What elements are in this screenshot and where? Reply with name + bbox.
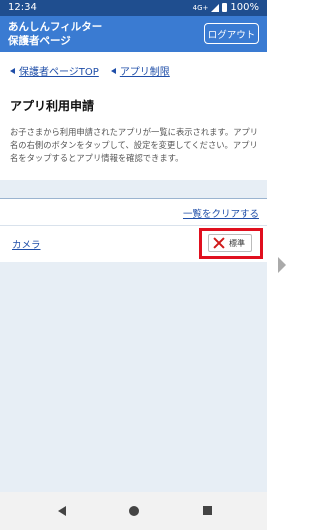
clear-list-link[interactable]: 一覧をクリアする xyxy=(183,206,259,220)
next-arrow-icon xyxy=(278,257,286,273)
breadcrumb-arrow-icon xyxy=(110,67,116,74)
signal-icon xyxy=(211,3,220,12)
header-title-line2: 保護者ページ xyxy=(8,35,71,47)
clear-list-row: 一覧をクリアする xyxy=(0,198,267,226)
app-setting-button[interactable]: 標準 xyxy=(208,234,252,252)
home-icon[interactable] xyxy=(129,506,139,516)
header-title: あんしんフィルター 保護者ページ xyxy=(8,20,102,48)
network-indicator: 4G+ xyxy=(192,3,209,12)
phone-screen: 12:34 4G+ 100% あんしんフィルター 保護者ページ ログアウト 保護… xyxy=(0,0,267,530)
app-name-link[interactable]: カメラ xyxy=(12,237,41,251)
status-time: 12:34 xyxy=(8,2,37,13)
header-title-line1: あんしんフィルター xyxy=(8,21,103,33)
breadcrumb-link-app-restriction[interactable]: アプリ制限 xyxy=(120,63,170,78)
page-description: お子さまから利用申請されたアプリが一覧に表示されます。アプリ名の右側のボタンをタ… xyxy=(10,127,259,163)
highlight-box: 標準 xyxy=(199,228,263,259)
breadcrumb-arrow-icon xyxy=(10,67,15,74)
breadcrumb-link-top[interactable]: 保護者ページTOP xyxy=(19,63,99,78)
status-indicators: 4G+ 100% xyxy=(193,2,259,13)
status-bar: 12:34 4G+ 100% xyxy=(0,0,267,16)
app-setting-label: 標準 xyxy=(229,238,245,248)
battery-icon xyxy=(222,3,228,12)
breadcrumb: 保護者ページTOP アプリ制限 xyxy=(10,63,170,78)
close-x-icon xyxy=(213,237,225,249)
page-title: アプリ利用申請 xyxy=(10,99,95,113)
android-nav-bar xyxy=(0,492,267,530)
recent-apps-icon[interactable] xyxy=(203,506,212,515)
back-icon[interactable] xyxy=(58,506,66,516)
main-content: 保護者ページTOP アプリ制限 アプリ利用申請 お子さまから利用申請されたアプリ… xyxy=(0,52,267,180)
battery-percent: 100% xyxy=(230,2,259,13)
app-header: あんしんフィルター 保護者ページ ログアウト xyxy=(0,16,267,52)
logout-button[interactable]: ログアウト xyxy=(204,23,259,44)
